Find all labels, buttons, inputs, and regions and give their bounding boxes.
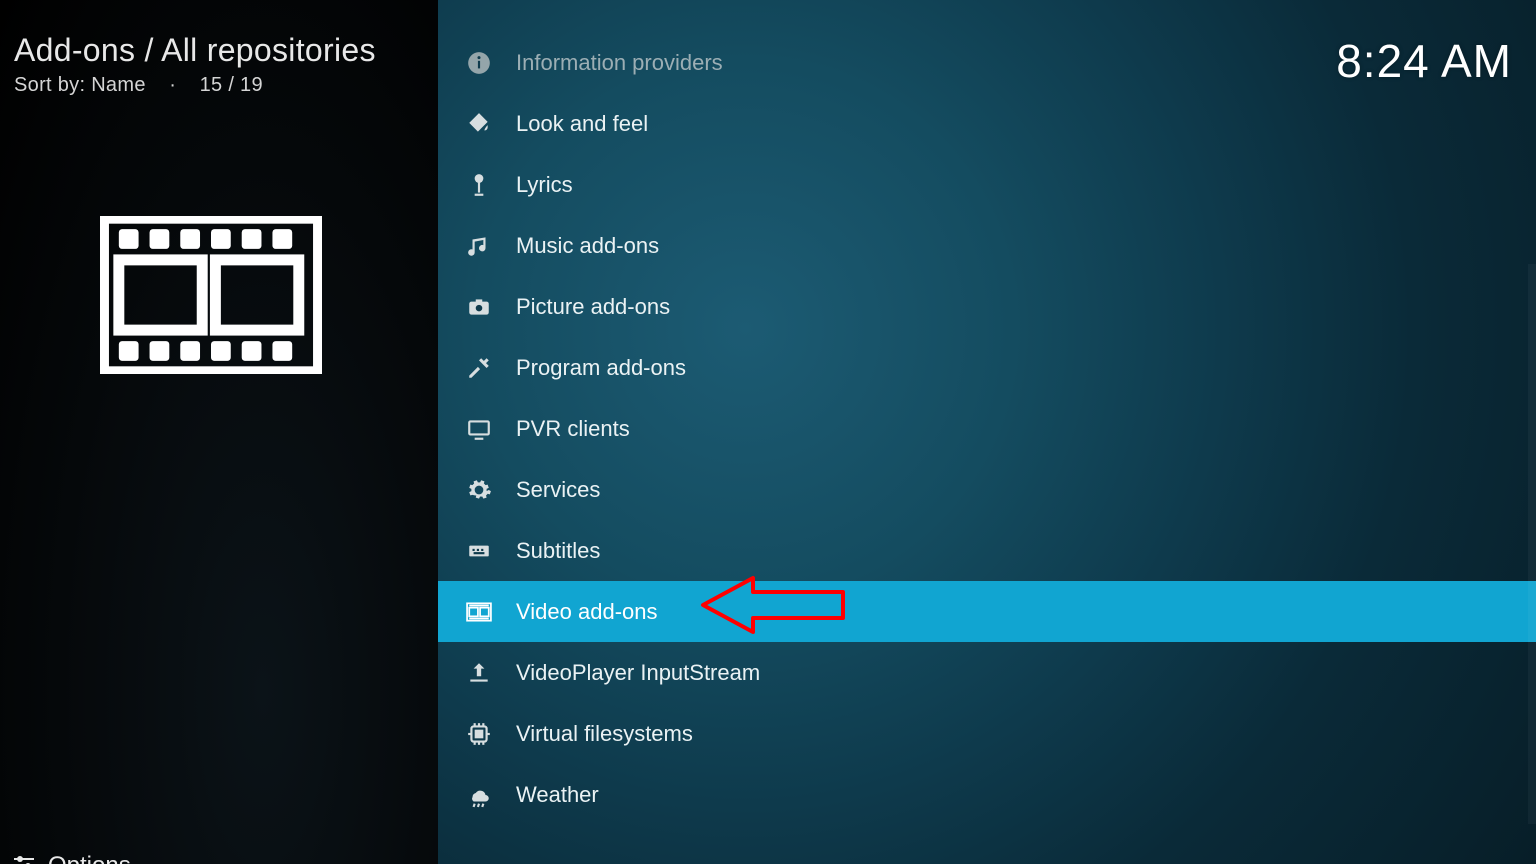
upload-icon: [458, 660, 500, 686]
scrollbar[interactable]: [1528, 264, 1536, 824]
list-item-video-addons[interactable]: Video add-ons: [438, 581, 1536, 642]
chip-icon: [458, 721, 500, 747]
category-list: Information providers Look and feel Lyri…: [438, 32, 1536, 864]
options-button[interactable]: Options: [12, 852, 131, 864]
list-item-picture-addons[interactable]: Picture add-ons: [438, 276, 1536, 337]
sliders-icon: [12, 854, 38, 864]
camera-icon: [458, 294, 500, 320]
options-label: Options: [48, 852, 131, 864]
list-item-label: Services: [516, 477, 600, 503]
film-icon: [458, 599, 500, 625]
list-item-label: Virtual filesystems: [516, 721, 693, 747]
paint-bucket-icon: [458, 111, 500, 137]
list-item-label: Video add-ons: [516, 599, 658, 625]
list-item-videoplayer-inputstream[interactable]: VideoPlayer InputStream: [438, 642, 1536, 703]
position-slash: /: [228, 74, 240, 96]
gear-icon: [458, 477, 500, 503]
main-panel: 8:24 AM Information providers Look and f…: [438, 0, 1536, 864]
sidebar: Add-ons / All repositories Sort by: Name…: [0, 0, 438, 864]
sort-separator: ·: [169, 74, 176, 96]
position-current: 15: [200, 74, 223, 96]
list-item-label: PVR clients: [516, 416, 630, 442]
list-item-label: VideoPlayer InputStream: [516, 660, 760, 686]
list-item-label: Picture add-ons: [516, 294, 670, 320]
film-icon: [100, 216, 322, 374]
list-item-services[interactable]: Services: [438, 459, 1536, 520]
list-item-label: Weather: [516, 782, 599, 808]
position-total: 19: [240, 74, 263, 96]
list-item-label: Lyrics: [516, 172, 573, 198]
list-item-lyrics[interactable]: Lyrics: [438, 154, 1536, 215]
sort-value: Name: [91, 74, 146, 96]
selection-thumbnail: [100, 216, 322, 374]
microphone-icon: [458, 172, 500, 198]
list-item-weather[interactable]: Weather: [438, 764, 1536, 825]
sort-line[interactable]: Sort by: Name · 15 / 19: [14, 74, 263, 97]
list-item-pvr-clients[interactable]: PVR clients: [438, 398, 1536, 459]
tools-icon: [458, 355, 500, 381]
list-item-look-and-feel[interactable]: Look and feel: [438, 93, 1536, 154]
sort-prefix: Sort by:: [14, 74, 85, 96]
list-item-virtual-filesystems[interactable]: Virtual filesystems: [438, 703, 1536, 764]
tv-icon: [458, 416, 500, 442]
list-item-program-addons[interactable]: Program add-ons: [438, 337, 1536, 398]
music-note-icon: [458, 233, 500, 259]
list-item-label: Subtitles: [516, 538, 600, 564]
info-circle-icon: [458, 50, 500, 76]
weather-icon: [458, 782, 500, 808]
list-item-music-addons[interactable]: Music add-ons: [438, 215, 1536, 276]
list-item-label: Music add-ons: [516, 233, 659, 259]
keyboard-icon: [458, 538, 500, 564]
list-item-label: Information providers: [516, 50, 723, 76]
list-item-subtitles[interactable]: Subtitles: [438, 520, 1536, 581]
list-item-information-providers[interactable]: Information providers: [438, 32, 1536, 93]
breadcrumb: Add-ons / All repositories: [14, 32, 376, 69]
list-item-label: Program add-ons: [516, 355, 686, 381]
list-item-label: Look and feel: [516, 111, 648, 137]
